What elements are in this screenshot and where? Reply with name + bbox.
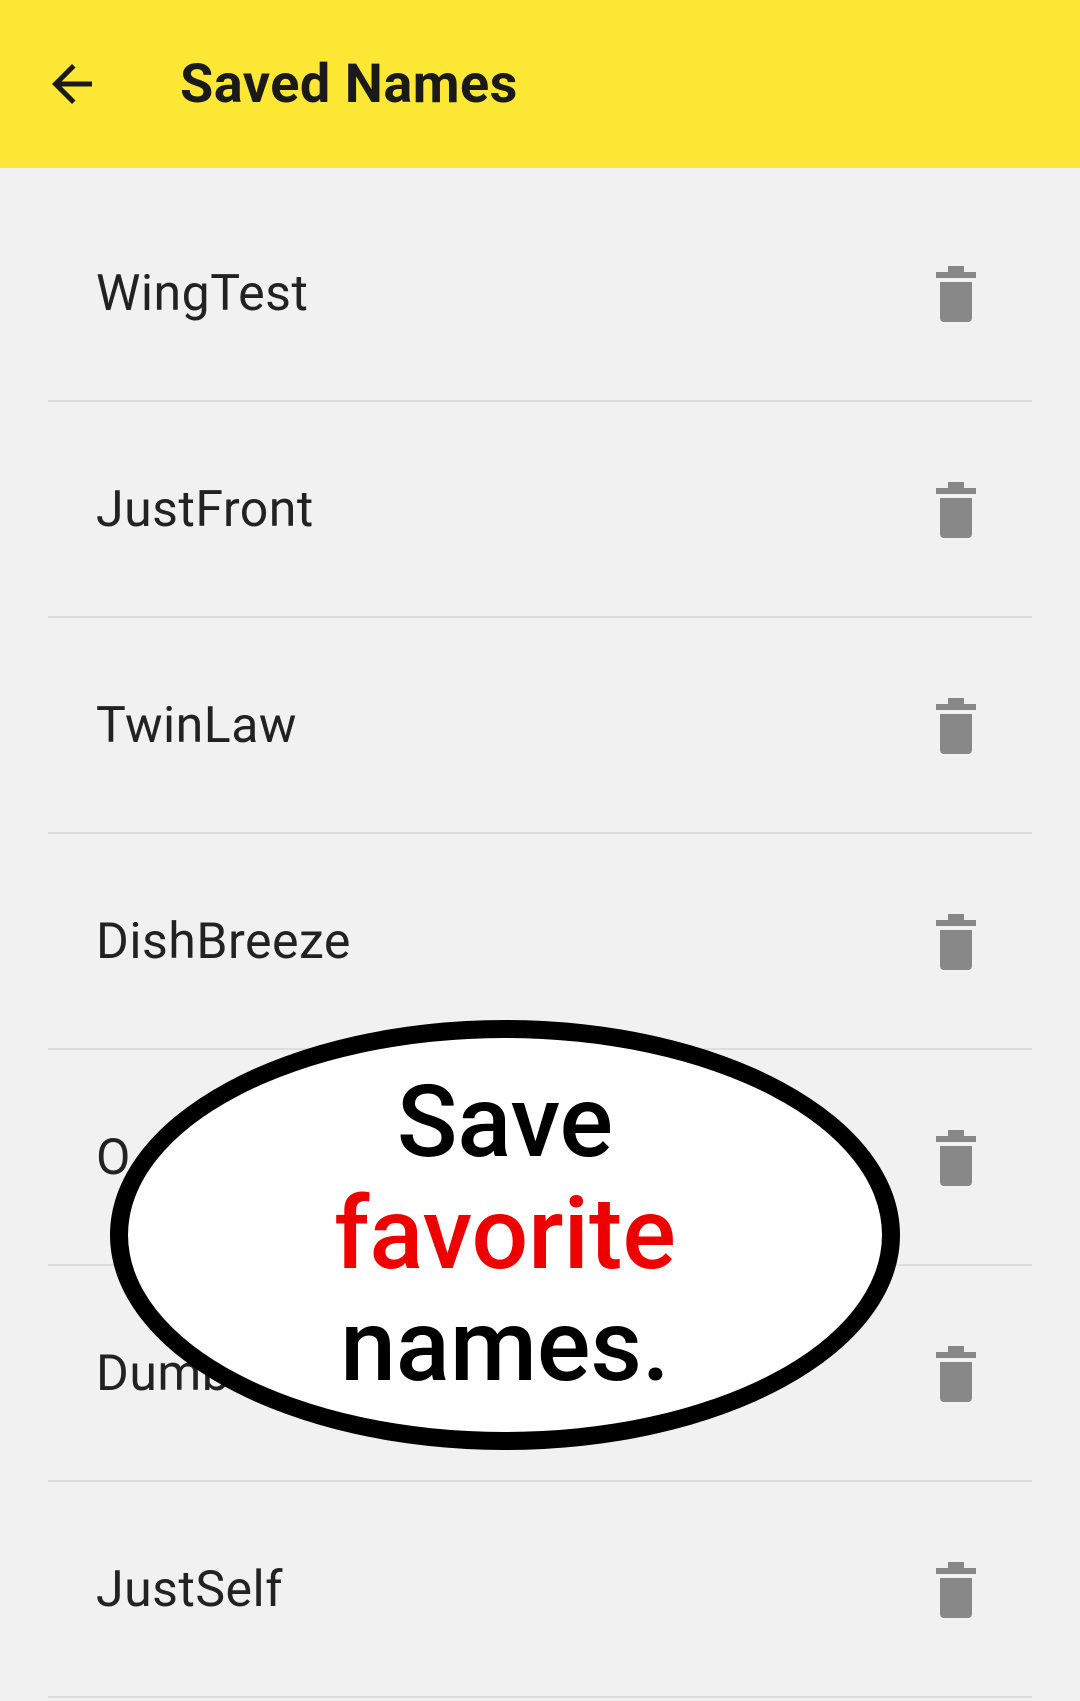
delete-button[interactable] bbox=[928, 1346, 984, 1402]
trash-icon bbox=[932, 698, 980, 754]
trash-icon bbox=[932, 1562, 980, 1618]
delete-button[interactable] bbox=[928, 482, 984, 538]
list-item[interactable]: JustFront bbox=[0, 402, 1080, 618]
list-item[interactable]: WingTest bbox=[0, 186, 1080, 402]
trash-icon bbox=[932, 914, 980, 970]
name-label: WingTest bbox=[96, 265, 308, 323]
annotation-line-3: names. bbox=[340, 1291, 670, 1403]
saved-names-list: WingTest JustFront TwinLaw bbox=[0, 168, 1080, 1698]
list-item[interactable]: TwinLaw bbox=[0, 618, 1080, 834]
delete-button[interactable] bbox=[928, 698, 984, 754]
delete-button[interactable] bbox=[928, 266, 984, 322]
page-title: Saved Names bbox=[180, 53, 518, 116]
delete-button[interactable] bbox=[928, 1562, 984, 1618]
trash-icon bbox=[932, 1130, 980, 1186]
back-button[interactable] bbox=[42, 54, 102, 114]
annotation-line-2: favorite bbox=[334, 1179, 676, 1291]
delete-button[interactable] bbox=[928, 914, 984, 970]
name-label: JustSelf bbox=[96, 1561, 283, 1619]
trash-icon bbox=[932, 482, 980, 538]
list-item[interactable]: DishBreeze bbox=[0, 834, 1080, 1050]
app-header: Saved Names bbox=[0, 0, 1080, 168]
arrow-left-icon bbox=[42, 54, 102, 114]
delete-button[interactable] bbox=[928, 1130, 984, 1186]
annotation-callout: Save favorite names. bbox=[110, 1020, 900, 1450]
name-label: JustFront bbox=[96, 481, 314, 539]
list-item[interactable]: JustSelf bbox=[0, 1482, 1080, 1698]
trash-icon bbox=[932, 1346, 980, 1402]
trash-icon bbox=[932, 266, 980, 322]
name-label: TwinLaw bbox=[96, 697, 297, 755]
annotation-line-1: Save bbox=[397, 1067, 613, 1179]
name-label: DishBreeze bbox=[96, 913, 351, 971]
